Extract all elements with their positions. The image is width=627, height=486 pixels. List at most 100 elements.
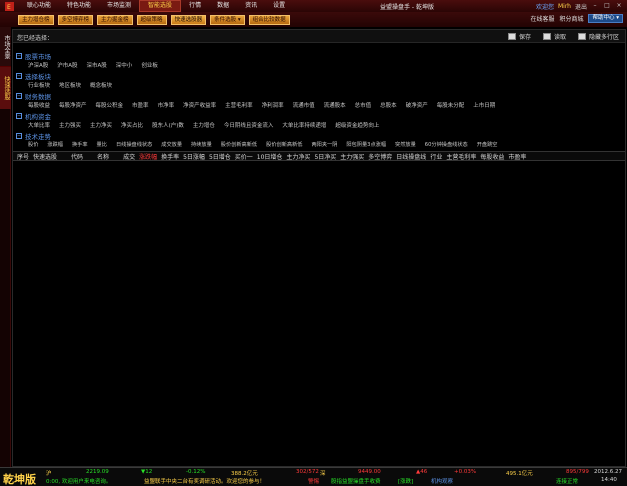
filter-item[interactable]: 突然放量: [395, 141, 416, 148]
filter-item[interactable]: 概念板块: [90, 81, 112, 89]
menu-item-3[interactable]: 市场监测: [99, 0, 139, 12]
filter-item[interactable]: 股东人(户)数: [152, 121, 184, 129]
filter-item[interactable]: 上市日期: [473, 101, 495, 109]
tab-market-overview[interactable]: 市场全景: [0, 27, 11, 67]
online-service-link[interactable]: 在线客服: [530, 14, 554, 23]
toolbar-button-6[interactable]: 条件选股 ▾: [210, 14, 245, 25]
col-header[interactable]: 主营毛利率: [442, 152, 476, 161]
filter-item[interactable]: 每股收益: [28, 101, 50, 109]
filter-item[interactable]: 创业板: [141, 61, 158, 69]
filter-item[interactable]: 涨跌幅: [47, 141, 63, 148]
section-finance[interactable]: − 财务数据: [16, 91, 51, 101]
maximize-icon[interactable]: □: [603, 2, 611, 10]
section-sector[interactable]: − 选择板块: [16, 71, 51, 81]
filter-item[interactable]: 主力增仓: [193, 121, 215, 129]
toolbar-button-2[interactable]: 多空博弈榜: [57, 14, 94, 25]
filter-item[interactable]: 主力强买: [59, 121, 81, 129]
col-header[interactable]: 换手率: [157, 152, 179, 161]
toolbar-button-7[interactable]: 组合比较数据: [248, 14, 290, 25]
filter-item[interactable]: 流通股本: [324, 101, 346, 109]
filter-item[interactable]: 净利润率: [262, 101, 284, 109]
filter-item[interactable]: 成交放量: [161, 141, 182, 148]
filter-item[interactable]: 沪深A股: [28, 61, 48, 69]
toolbar-button-5[interactable]: 快速选股器: [170, 14, 207, 25]
save-button[interactable]: 保存: [507, 32, 531, 41]
alert-text[interactable]: 股指益盟操盘手收费: [331, 477, 381, 485]
section-fund[interactable]: − 机构资金: [16, 111, 51, 121]
filter-item[interactable]: 阳包阴量3点涨幅: [346, 141, 386, 148]
filter-item[interactable]: 股价: [28, 141, 38, 148]
col-header-sorted[interactable]: 涨跌幅: [135, 152, 157, 161]
col-header[interactable]: 行业: [426, 152, 442, 161]
filter-item[interactable]: 日线操盘线状态: [116, 141, 152, 148]
filter-item[interactable]: 股价创新高新低: [266, 141, 302, 148]
read-button[interactable]: 读取: [542, 32, 566, 41]
filter-item[interactable]: 换手率: [72, 141, 88, 148]
filter-item[interactable]: 大单比率: [28, 121, 50, 129]
col-header[interactable]: 代码: [57, 152, 83, 161]
filter-item[interactable]: 沪市A股: [57, 61, 77, 69]
tab-quick-select[interactable]: 快速选股: [0, 67, 11, 109]
filter-item[interactable]: 每股未分配: [437, 101, 465, 109]
filter-item[interactable]: 主营毛利率: [225, 101, 253, 109]
filter-item[interactable]: 破净资产: [406, 101, 428, 109]
toolbar-button-1[interactable]: 主力增仓榜: [18, 14, 54, 25]
filter-item[interactable]: 60分钟操盘线状态: [425, 141, 468, 148]
filter-item[interactable]: 总市值: [355, 101, 372, 109]
col-header[interactable]: 序号: [13, 152, 29, 161]
filter-item[interactable]: 股价创新高新低: [221, 141, 257, 148]
toolbar-button-3[interactable]: 主力掘金榜: [97, 14, 133, 25]
filter-item[interactable]: 地区板块: [59, 81, 81, 89]
news-ticker-2[interactable]: 益盟联手中央二台有奖调研活动。欢迎您的参与！: [144, 477, 265, 485]
username-link[interactable]: Mirh: [558, 3, 571, 10]
filter-item[interactable]: 总股本: [380, 101, 397, 109]
sh-index[interactable]: 2219.09: [86, 469, 109, 475]
close-icon[interactable]: ×: [615, 2, 623, 10]
filter-item[interactable]: 大单比率持续递增: [282, 121, 326, 129]
menu-item-8[interactable]: 设置: [265, 0, 293, 12]
menu-item-5[interactable]: 行情: [181, 0, 209, 12]
filter-item[interactable]: 开盘跳空: [477, 141, 498, 148]
filter-item[interactable]: 行业板块: [28, 81, 50, 89]
filter-item[interactable]: 每股净资产: [59, 101, 87, 109]
col-header[interactable]: 日线操盘线: [392, 152, 426, 161]
filter-item[interactable]: 主力净买: [90, 121, 112, 129]
section-market[interactable]: − 股票市场: [16, 51, 51, 61]
menu-item-7[interactable]: 资讯: [237, 0, 265, 12]
filter-item[interactable]: 深市A股: [87, 61, 107, 69]
toolbar-button-4[interactable]: 超级策略: [136, 14, 167, 25]
col-header[interactable]: 每股收益: [476, 152, 504, 161]
market-state-2[interactable]: 机构观察: [431, 477, 453, 485]
menu-item-1[interactable]: 联心功能: [19, 0, 59, 12]
col-header[interactable]: 多空博弈: [364, 152, 392, 161]
col-header[interactable]: 名称: [83, 152, 109, 161]
filter-item[interactable]: 市盈率: [132, 101, 149, 109]
menu-item-4[interactable]: 智能选股: [139, 0, 182, 12]
filter-item[interactable]: 两阳夹一阴: [311, 141, 337, 148]
col-header[interactable]: 5日增仓: [205, 152, 231, 161]
filter-item[interactable]: 量比: [97, 141, 107, 148]
hide-rows-button[interactable]: 隐藏多行区: [577, 32, 619, 41]
logout-link[interactable]: 退出: [575, 2, 587, 11]
points-mall-link[interactable]: 积分商城: [559, 14, 583, 23]
col-header[interactable]: 主力净买: [282, 152, 310, 161]
col-header[interactable]: 5日涨幅: [179, 152, 205, 161]
news-ticker[interactable]: 0:00, 欢迎用户来电咨询。: [46, 477, 111, 485]
filter-item[interactable]: 深中小: [116, 61, 133, 69]
filter-item[interactable]: 持续放量: [191, 141, 212, 148]
filter-item[interactable]: 市净率: [158, 101, 175, 109]
filter-item[interactable]: 每股公积金: [96, 101, 124, 109]
filter-item[interactable]: 净资产收益率: [183, 101, 216, 109]
filter-item[interactable]: 净买占比: [121, 121, 143, 129]
filter-item[interactable]: 今日阴线且资金流入: [224, 121, 274, 129]
filter-item[interactable]: 流通市值: [293, 101, 315, 109]
col-header[interactable]: 市盈率: [504, 152, 526, 161]
menu-item-2[interactable]: 特色功能: [59, 0, 99, 12]
col-header[interactable]: 买价一: [231, 152, 253, 161]
col-header[interactable]: 主力强买: [336, 152, 364, 161]
filter-item[interactable]: 超级资金趋势向上: [335, 121, 379, 129]
section-tech[interactable]: − 技术走势: [16, 131, 51, 141]
sz-index[interactable]: 9449.00: [358, 469, 381, 475]
help-center-button[interactable]: 帮助中心 ▾: [588, 14, 623, 23]
minimize-icon[interactable]: –: [591, 2, 599, 10]
